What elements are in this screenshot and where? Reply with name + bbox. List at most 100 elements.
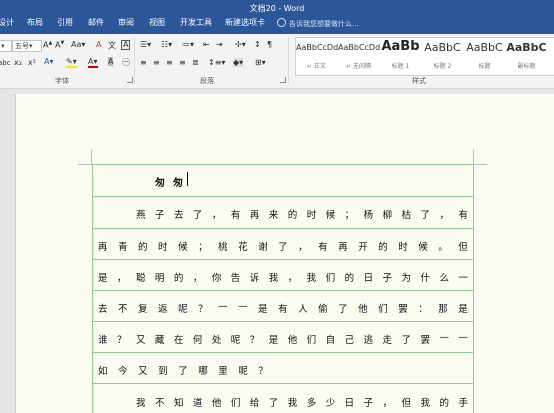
text-char: ， xyxy=(439,210,450,221)
increase-indent-icon[interactable]: ⇥ xyxy=(216,40,223,49)
text-char: 多 xyxy=(306,398,317,409)
multilevel-list-icon[interactable]: ≔▾ xyxy=(182,40,194,49)
grid-border-left xyxy=(92,164,93,413)
paragraph-dialog-launcher[interactable] xyxy=(280,77,286,83)
text-char: 明 xyxy=(154,273,165,284)
text-line: 如今又到了哪里呢 ？ xyxy=(98,363,268,377)
align-left-icon[interactable]: ≡ xyxy=(140,58,147,67)
text-line: 去不复返呢？ — — 是有人偷了他们罢：那是 xyxy=(98,301,468,315)
text-char: 们 xyxy=(378,304,388,315)
sort-icon[interactable]: ↕ xyxy=(254,40,261,49)
text-char: 谁 xyxy=(98,335,108,346)
font-dialog-launcher[interactable] xyxy=(127,77,133,83)
line-spacing-icon[interactable]: ↕≡▾ xyxy=(208,58,225,67)
asian-layout-icon[interactable]: ✢▾ xyxy=(235,40,246,49)
style-preview: AaBb xyxy=(381,39,420,54)
shading-icon[interactable]: ◆▾ xyxy=(233,58,244,67)
enclose-characters-icon[interactable]: ㊀ xyxy=(122,57,130,68)
clear-formatting-icon[interactable]: A xyxy=(96,40,101,49)
align-center-icon[interactable]: ≡ xyxy=(153,58,160,67)
text-char: 们 xyxy=(325,273,336,284)
tab-mailings[interactable]: 邮件 xyxy=(88,17,104,28)
style-normal[interactable]: AaBbCcDd ↵ 正文 xyxy=(296,38,338,74)
text-char: 不 xyxy=(154,398,165,409)
text-char: 。 xyxy=(438,242,448,253)
character-border-icon[interactable]: A xyxy=(121,40,131,50)
tab-layout[interactable]: 布局 xyxy=(27,17,43,28)
tab-new-tab[interactable]: 新建选项卡 xyxy=(225,17,265,28)
text-char: 有 xyxy=(318,242,328,253)
text-char: 自 xyxy=(325,335,336,346)
font-color-icon[interactable]: A▾ xyxy=(88,57,98,68)
text-char: 是 xyxy=(458,304,468,315)
justify-icon[interactable]: ≡ xyxy=(179,58,186,67)
decrease-indent-icon[interactable]: ⇤ xyxy=(203,40,210,49)
grow-font-icon[interactable]: A▲ xyxy=(43,40,52,50)
font-name-dropdown[interactable]: ▾ xyxy=(0,40,12,52)
ribbon: ▾ 五号▾ A▲ A▼ Aa▾ A 文 A abc x₂ x² A▾ ✎▾ A▾… xyxy=(0,34,554,89)
highlight-icon[interactable]: ✎▾ xyxy=(66,57,77,68)
text-char: — xyxy=(439,332,449,343)
grid-line xyxy=(92,352,473,353)
text-char: ， xyxy=(298,242,308,253)
phonetic-guide-icon[interactable]: 文 xyxy=(108,40,116,51)
tab-developer[interactable]: 开发工具 xyxy=(180,17,212,28)
text-char: 什 xyxy=(420,273,430,284)
style-heading-1[interactable]: AaBb 标题 1 xyxy=(380,38,421,74)
text-char: ， xyxy=(287,273,298,284)
text-char: 我 xyxy=(420,398,431,409)
text-char: 呢 xyxy=(238,366,248,377)
align-right-icon[interactable]: ≡ xyxy=(166,58,173,67)
superscript-icon[interactable]: x² xyxy=(28,58,36,67)
text-char: 何 xyxy=(192,335,203,346)
distributed-icon[interactable]: ≣ xyxy=(192,58,199,67)
grid-line xyxy=(92,290,473,291)
style-name: ↵ 无间隔 xyxy=(346,63,371,70)
style-title[interactable]: AaBbC 标题 xyxy=(464,38,505,74)
tell-me-box[interactable]: 告诉我您想要做什么... xyxy=(277,18,359,29)
text-cursor xyxy=(187,172,188,186)
change-case-icon[interactable]: Aa▾ xyxy=(71,40,85,49)
numbering-icon[interactable]: ☷▾ xyxy=(161,40,172,49)
tab-review[interactable]: 审阅 xyxy=(118,17,134,28)
styles-group-label: 样式 xyxy=(412,77,426,85)
text-char: 了 xyxy=(192,210,203,221)
shrink-font-icon[interactable]: A▼ xyxy=(55,40,64,50)
text-line: 是，聪明的，你告诉我，我们的日子为什么一 xyxy=(98,270,468,284)
show-marks-icon[interactable]: ¶ xyxy=(267,40,272,49)
text-char: 再 xyxy=(249,210,260,221)
tab-design[interactable]: 设计 xyxy=(0,17,14,28)
text-char: 了 xyxy=(338,304,348,315)
bullets-icon[interactable]: ☰▾ xyxy=(140,40,151,49)
font-group-label: 字体 xyxy=(55,77,69,85)
style-preview: AaBbC xyxy=(424,41,461,54)
text-char: 杨 xyxy=(363,210,374,221)
text-char: 了 xyxy=(178,366,188,377)
style-no-spacing[interactable]: AaBbCcDd ↵ 无间隔 xyxy=(338,38,380,74)
text-line: 谁 ？ 又藏在何处呢 ？ 是他们自己逃走了罢 — — xyxy=(98,332,468,346)
borders-icon[interactable]: ⊞▾ xyxy=(255,58,266,67)
text-char: 的 xyxy=(173,273,184,284)
text-char: ； xyxy=(198,242,208,253)
text-char: 不 xyxy=(118,304,128,315)
text-char: 他 xyxy=(211,398,222,409)
character-shading-icon[interactable]: A xyxy=(108,57,114,66)
text-char: 少 xyxy=(325,398,336,409)
divider xyxy=(134,38,135,84)
text-char: 枯 xyxy=(401,210,412,221)
style-preview: AaBbC xyxy=(506,41,547,54)
text-char: 罢 xyxy=(398,304,408,315)
text-char: 青 xyxy=(118,242,128,253)
style-subtitle[interactable]: AaBbC 副标题 xyxy=(506,38,547,74)
font-size-dropdown[interactable]: 五号▾ xyxy=(12,40,42,52)
text-effects-icon[interactable]: A▾ xyxy=(44,57,54,66)
text-char: 为 xyxy=(401,273,412,284)
tab-view[interactable]: 视图 xyxy=(149,17,165,28)
subscript-icon[interactable]: x₂ xyxy=(14,58,22,67)
tab-references[interactable]: 引用 xyxy=(57,17,73,28)
strikethrough-icon[interactable]: abc xyxy=(0,59,11,67)
style-heading-2[interactable]: AaBbC 标题 2 xyxy=(422,38,463,74)
text-char: 子 xyxy=(363,398,374,409)
text-char: 聪 xyxy=(135,273,146,284)
text-char: 里 xyxy=(218,366,228,377)
